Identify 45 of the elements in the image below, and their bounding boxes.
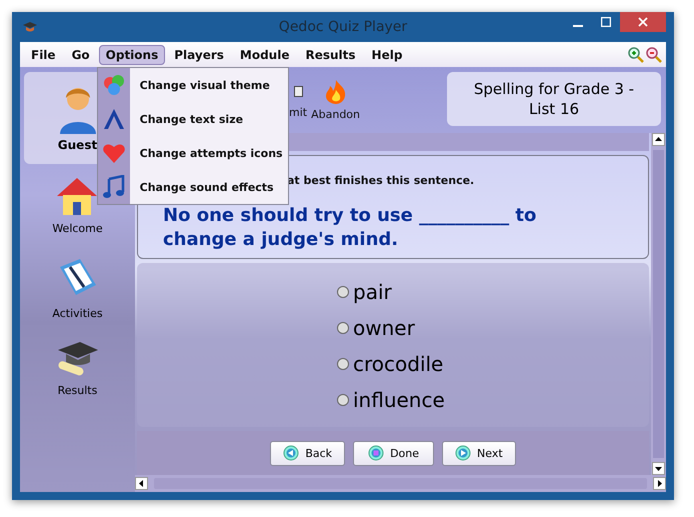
sidebar-item[interactable]: Results bbox=[56, 338, 100, 419]
horizontal-scrollbar[interactable] bbox=[135, 475, 666, 492]
answer-option[interactable]: owner bbox=[337, 314, 415, 342]
flag-icon bbox=[294, 86, 303, 97]
nav-button[interactable]: Next bbox=[442, 440, 516, 466]
radio-button[interactable] bbox=[337, 322, 349, 334]
close-button[interactable] bbox=[620, 12, 666, 32]
sidebar-item[interactable]: Activities bbox=[52, 257, 103, 338]
scroll-down-icon[interactable] bbox=[652, 462, 665, 475]
arrow-circle-icon bbox=[283, 445, 300, 461]
answer-option[interactable]: influence bbox=[337, 386, 445, 414]
vertical-scrollbar[interactable] bbox=[651, 133, 666, 475]
scroll-right-icon[interactable] bbox=[653, 477, 666, 490]
maximize-icon bbox=[601, 17, 611, 27]
module-title: Spelling for Grade 3 - List 16 bbox=[447, 72, 661, 126]
menu-item[interactable]: Go bbox=[64, 45, 97, 65]
menu-item[interactable]: File bbox=[24, 45, 63, 65]
zoom-out-icon[interactable] bbox=[646, 46, 662, 62]
menu-item[interactable]: Options bbox=[98, 45, 166, 65]
menu-item[interactable]: Results bbox=[298, 45, 363, 65]
nav-button[interactable]: Back bbox=[270, 440, 346, 466]
nav-button[interactable]: Done bbox=[353, 440, 434, 466]
radio-button[interactable] bbox=[337, 394, 349, 406]
scroll-left-icon[interactable] bbox=[135, 477, 148, 490]
question-sentence: No one should try to use __________ to change a judge's mind. bbox=[163, 204, 538, 252]
scroll-up-icon[interactable] bbox=[652, 133, 665, 146]
radio-button[interactable] bbox=[337, 358, 349, 370]
house-icon bbox=[55, 176, 100, 216]
arrow-circle-icon bbox=[455, 445, 472, 461]
menu-item[interactable]: Help bbox=[364, 45, 410, 65]
minimize-icon bbox=[573, 25, 583, 27]
music-note-icon bbox=[102, 175, 126, 199]
fire-icon bbox=[324, 80, 347, 104]
answer-option[interactable]: pair bbox=[337, 278, 392, 306]
circles-icon bbox=[102, 73, 126, 97]
menu-item[interactable]: Module bbox=[232, 45, 296, 65]
zoom-in-icon[interactable] bbox=[628, 46, 644, 62]
radio-button[interactable] bbox=[337, 286, 349, 298]
close-icon bbox=[638, 17, 648, 27]
stop-icon bbox=[368, 445, 384, 461]
toolbar-button[interactable]: Abandon bbox=[310, 80, 361, 121]
menu-item[interactable]: Players bbox=[167, 45, 231, 65]
answer-option[interactable]: crocodile bbox=[337, 350, 444, 378]
window-title: Qedoc Quiz Player bbox=[278, 19, 408, 35]
toolbar-button[interactable]: mit bbox=[288, 80, 308, 121]
